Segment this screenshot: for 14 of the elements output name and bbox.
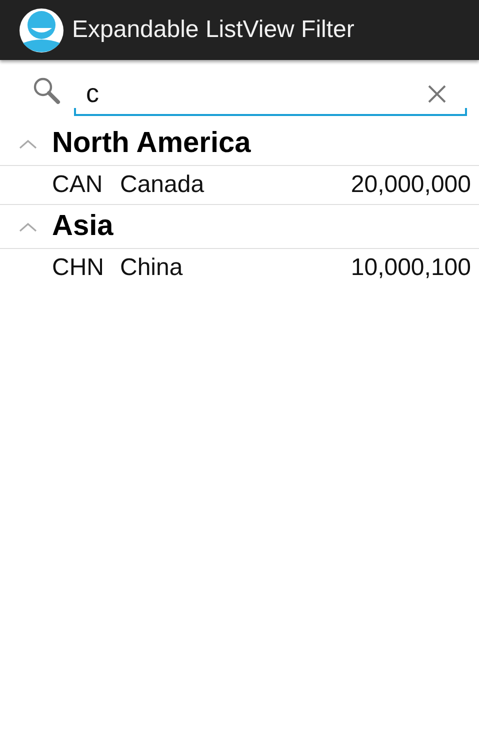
app-title: Expandable ListView Filter xyxy=(72,16,354,44)
group-header[interactable]: Asia xyxy=(0,205,479,249)
population: 10,000,100 xyxy=(350,254,471,282)
app-logo-icon xyxy=(19,8,64,52)
country-name: China xyxy=(120,254,184,282)
group-name: North America xyxy=(52,127,251,160)
country-code: CHN xyxy=(52,254,105,282)
country-code: CAN xyxy=(52,171,104,199)
close-icon xyxy=(427,84,447,104)
search-icon xyxy=(32,76,62,106)
group-name: Asia xyxy=(52,210,114,243)
country-name: Canada xyxy=(120,171,206,199)
group-header[interactable]: North America xyxy=(0,122,479,166)
population: 20,000,000 xyxy=(350,171,471,199)
